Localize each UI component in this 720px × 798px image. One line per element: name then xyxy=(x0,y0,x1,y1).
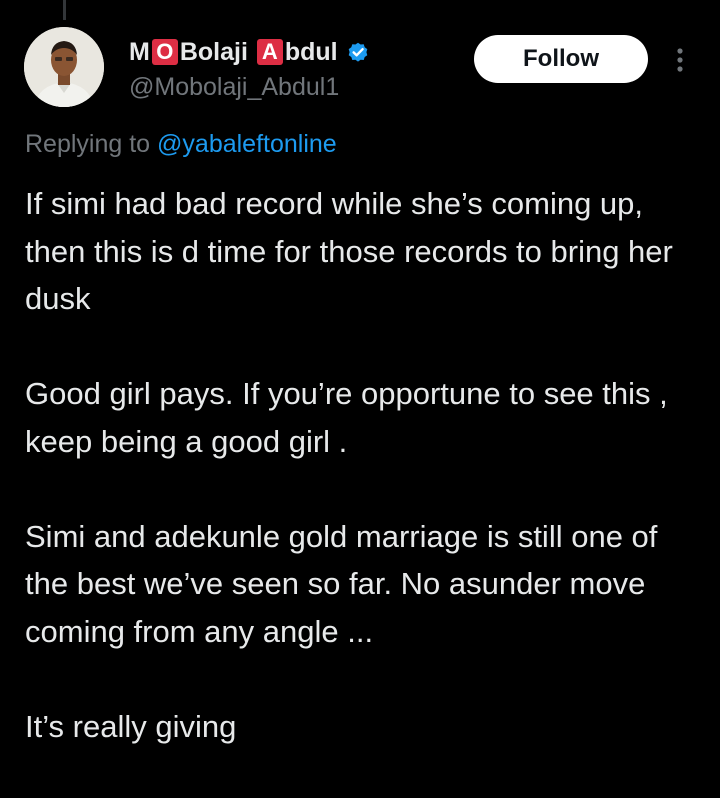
letter-a-emoji: A xyxy=(256,39,283,65)
reply-context: Replying to @yabaleftonline xyxy=(25,130,337,159)
reply-context-prefix: Replying to xyxy=(25,130,158,158)
tweet-paragraph: It’s really giving xyxy=(25,708,237,744)
verified-badge-icon[interactable] xyxy=(346,40,370,64)
author-name-part: M xyxy=(129,37,150,66)
avatar-image xyxy=(24,27,104,107)
author-handle[interactable]: @Mobolaji_Abdul1 xyxy=(129,73,339,102)
tweet-paragraph: If simi had bad record while she’s comin… xyxy=(25,186,673,316)
author-name-part: bdul xyxy=(284,37,338,66)
author-name[interactable]: M O Bolaji A bdul xyxy=(129,36,370,68)
author-name-part: Bolaji xyxy=(179,37,255,66)
follow-button[interactable]: Follow xyxy=(474,35,648,83)
more-vertical-icon[interactable] xyxy=(668,44,692,76)
letter-o-emoji: O xyxy=(151,39,178,65)
reply-mention-link[interactable]: @yabaleftonline xyxy=(157,130,337,158)
tweet-text: If simi had bad record while she’s comin… xyxy=(25,180,695,798)
tweet-paragraph: Good girl pays. If you’re opportune to s… xyxy=(25,376,668,459)
avatar[interactable] xyxy=(24,27,104,107)
thread-connector-line xyxy=(63,0,66,20)
tweet-paragraph: Simi and adekunle gold marriage is still… xyxy=(25,518,658,649)
